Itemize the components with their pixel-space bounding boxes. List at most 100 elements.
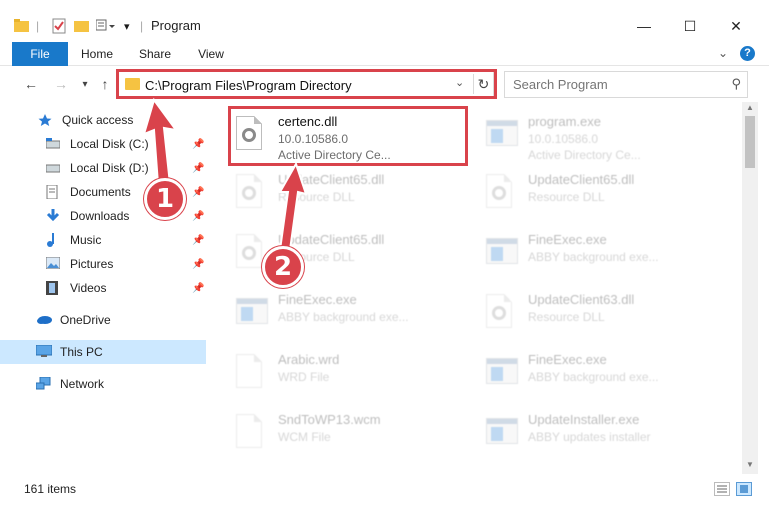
back-arrow-icon[interactable]: ← — [20, 74, 42, 94]
ribbon: File Home Share View ⌄ ? — [0, 42, 769, 98]
expand-ribbon-icon[interactable]: ⌄ — [718, 46, 728, 60]
large-icons-view-icon[interactable] — [736, 482, 752, 496]
pin-icon[interactable]: 📌 — [192, 259, 204, 270]
dll-file-icon — [486, 174, 516, 210]
file-name: program.exe — [528, 114, 601, 129]
file-item[interactable]: FineExec.exe ABBY background exe... — [480, 226, 720, 282]
network-icon — [35, 376, 52, 391]
search-icon: ⚲ — [731, 76, 741, 91]
window-title: Program — [151, 18, 201, 33]
dll-file-icon — [486, 294, 516, 330]
help-icon[interactable]: ? — [740, 46, 755, 61]
videos-icon — [46, 281, 62, 295]
pin-icon[interactable]: 📌 — [192, 283, 204, 294]
nav-label: This PC — [60, 345, 103, 359]
file-description: ABBY background exe... — [528, 370, 659, 384]
tab-home[interactable]: Home — [76, 42, 118, 66]
nav-label: Downloads — [70, 209, 130, 223]
forward-arrow-icon[interactable]: → — [50, 74, 72, 94]
exe-file-icon — [486, 354, 518, 390]
file-name: FineExec.exe — [278, 292, 357, 307]
callout-badge-2: 2 — [262, 246, 304, 288]
separator: | — [140, 19, 144, 33]
file-name: SndToWP13.wcm — [278, 412, 381, 427]
recent-locations-icon[interactable]: ▾ — [74, 74, 96, 94]
address-highlight — [116, 69, 497, 99]
customize-toolbar-icon[interactable] — [96, 16, 116, 36]
minimize-button[interactable]: — — [624, 14, 664, 38]
nav-label: Music — [70, 233, 102, 247]
new-folder-icon[interactable] — [74, 16, 90, 36]
file-name: UpdateClient63.dll — [528, 292, 635, 307]
file-name: FineExec.exe — [528, 352, 607, 367]
pictures-icon — [45, 256, 62, 271]
chevron-down-icon[interactable]: ▾ — [124, 16, 130, 36]
nav-pictures[interactable]: Pictures 📌 — [0, 252, 206, 276]
status-bar: 161 items — [0, 476, 769, 500]
maximize-button[interactable]: ☐ — [670, 14, 710, 38]
nav-label: Network — [60, 377, 105, 391]
nav-label: Local Disk (C:) — [70, 137, 149, 151]
document-file-icon — [236, 414, 266, 450]
item-count: 161 items — [24, 482, 77, 496]
search-box[interactable]: ⚲ — [504, 71, 748, 98]
tab-share[interactable]: Share — [134, 42, 176, 66]
file-item[interactable]: UpdateClient65.dll Resource DLL — [480, 166, 720, 222]
file-description: WRD File — [278, 370, 330, 384]
dll-file-icon — [236, 174, 266, 210]
exe-file-icon — [236, 294, 268, 330]
file-description: ABBY background exe... — [528, 250, 659, 264]
file-description: ABBY background exe... — [278, 310, 409, 324]
nav-label: Documents — [70, 185, 131, 199]
close-button[interactable]: ✕ — [716, 14, 756, 38]
nav-label: Videos — [70, 281, 107, 295]
file-item[interactable]: SndToWP13.wcm WCM File — [230, 406, 470, 462]
scroll-up-icon[interactable]: ▲ — [742, 103, 758, 115]
drive-icon — [45, 137, 62, 151]
exe-file-icon — [486, 234, 518, 270]
file-name: UpdateClient65.dll — [528, 172, 635, 187]
nav-label: Pictures — [70, 257, 114, 271]
folder-icon — [14, 16, 30, 36]
file-item[interactable]: FineExec.exe ABBY background exe... — [230, 286, 470, 342]
nav-this-pc[interactable]: This PC — [0, 340, 206, 364]
vertical-scrollbar[interactable]: ▲ ▼ — [742, 102, 758, 474]
search-input[interactable] — [513, 77, 723, 92]
nav-music[interactable]: Music 📌 — [0, 228, 206, 252]
exe-file-icon — [486, 116, 518, 152]
tab-view[interactable]: View — [192, 42, 230, 66]
file-description: ABBY updates installer — [528, 430, 651, 444]
file-item[interactable]: FineExec.exe ABBY background exe... — [480, 346, 720, 402]
properties-icon[interactable] — [52, 16, 66, 36]
file-highlight — [228, 106, 468, 166]
exe-file-icon — [486, 414, 518, 450]
file-item[interactable]: program.exe 10.0.10586.0 Active Director… — [480, 108, 720, 164]
scroll-thumb[interactable] — [745, 116, 755, 168]
file-version: 10.0.10586.0 — [528, 132, 599, 146]
separator: | — [36, 19, 40, 33]
up-arrow-icon[interactable]: ↑ — [94, 74, 116, 94]
music-icon — [46, 233, 62, 247]
file-name: UpdateInstaller.exe — [528, 412, 640, 427]
pin-icon[interactable]: 📌 — [192, 211, 204, 222]
file-item[interactable]: UpdateInstaller.exe ABBY updates install… — [480, 406, 720, 462]
pc-icon — [35, 344, 53, 359]
pin-icon[interactable]: 📌 — [192, 235, 204, 246]
file-description: WCM File — [278, 430, 331, 444]
download-icon — [46, 209, 62, 223]
nav-videos[interactable]: Videos 📌 — [0, 276, 206, 300]
nav-network[interactable]: Network — [0, 372, 206, 396]
nav-label: Quick access — [62, 113, 134, 127]
file-item[interactable]: Arabic.wrd WRD File — [230, 346, 470, 402]
nav-label: Local Disk (D:) — [70, 161, 149, 175]
cloud-icon — [36, 313, 52, 327]
nav-onedrive[interactable]: OneDrive — [0, 308, 206, 332]
callout-arrow-2 — [278, 161, 308, 251]
file-item[interactable]: UpdateClient63.dll Resource DLL — [480, 286, 720, 342]
details-view-icon[interactable] — [714, 482, 730, 496]
file-description: Resource DLL — [528, 190, 605, 204]
file-description: Active Directory Ce... — [528, 148, 641, 162]
scroll-down-icon[interactable]: ▼ — [742, 460, 758, 472]
file-name: FineExec.exe — [528, 232, 607, 247]
file-name: Arabic.wrd — [278, 352, 340, 367]
